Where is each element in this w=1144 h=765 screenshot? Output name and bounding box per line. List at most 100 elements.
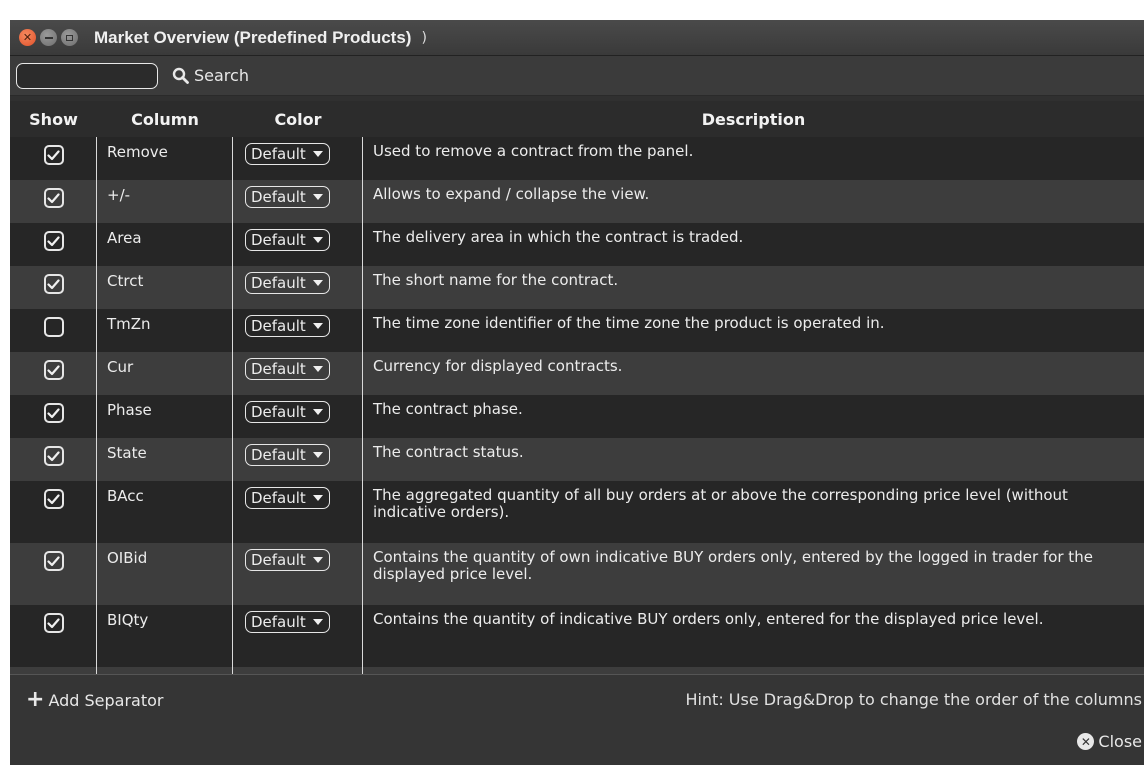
- show-checkbox[interactable]: [43, 551, 64, 571]
- column-name: +/-: [107, 186, 131, 204]
- column-description: The contract phase.: [373, 400, 523, 418]
- color-dropdown-value: Default: [251, 403, 306, 421]
- window-close-button[interactable]: ✕: [19, 29, 36, 46]
- color-dropdown-value: Default: [251, 188, 306, 206]
- maximize-icon: [66, 34, 73, 41]
- color-dropdown[interactable]: Default: [245, 358, 330, 380]
- show-checkbox[interactable]: [43, 446, 64, 466]
- color-cell: Default: [233, 438, 363, 466]
- show-checkbox[interactable]: [43, 360, 64, 380]
- color-dropdown-value: Default: [251, 613, 306, 631]
- color-cell: Default: [233, 395, 363, 423]
- column-description: Contains the quantity of indicative BUY …: [373, 610, 1044, 628]
- dialog-footer: + Add Separator Hint: Use Drag&Drop to c…: [10, 674, 1144, 765]
- table-row[interactable]: Area Default The delivery area in which th…: [10, 223, 1144, 266]
- color-cell: Default: [233, 543, 363, 571]
- color-dropdown-value: Default: [251, 274, 306, 292]
- show-checkbox[interactable]: [43, 231, 64, 251]
- color-dropdown[interactable]: Default: [245, 444, 330, 466]
- color-dropdown[interactable]: Default: [245, 186, 330, 208]
- column-name: BAcc: [107, 487, 144, 505]
- plus-icon: +: [26, 687, 45, 712]
- color-dropdown[interactable]: Default: [245, 549, 330, 571]
- table-row[interactable]: OIBid Default Contains the quantity of own…: [10, 543, 1144, 605]
- show-cell: [10, 266, 97, 294]
- column-description: Contains the quantity of own indicative …: [373, 548, 1093, 583]
- column-name: OIBid: [107, 549, 148, 567]
- show-cell: [10, 605, 97, 633]
- color-cell: Default: [233, 352, 363, 380]
- color-cell: Default: [233, 481, 363, 509]
- window-minimize-button[interactable]: [40, 29, 57, 46]
- add-separator-button[interactable]: + Add Separator: [26, 689, 163, 711]
- column-description: The short name for the contract.: [373, 271, 619, 289]
- chevron-down-icon: [312, 557, 323, 563]
- show-checkbox[interactable]: [43, 403, 64, 423]
- table-row[interactable]: BAcc Default The aggregated quantity of al…: [10, 481, 1144, 543]
- checkmark-icon: [47, 149, 60, 160]
- table-row[interactable]: Phase Default The contract phase.: [10, 395, 1144, 438]
- table-row[interactable]: +/- Default Allows to expand / collapse th…: [10, 180, 1144, 223]
- column-description: The delivery area in which the contract …: [373, 228, 744, 246]
- header-show: Show: [29, 109, 78, 129]
- search-bar: Search: [10, 56, 1144, 96]
- checkmark-icon: [47, 493, 60, 504]
- chevron-down-icon: [312, 280, 323, 286]
- title-bar: ✕ Market Overview (Predefined Products) …: [10, 20, 1144, 56]
- table-row[interactable]: Ctrct Default The short name for the contr…: [10, 266, 1144, 309]
- header-color: Color: [274, 109, 322, 129]
- color-dropdown[interactable]: Default: [245, 401, 330, 423]
- color-dropdown-value: Default: [251, 317, 306, 335]
- color-cell: Default: [233, 605, 363, 633]
- close-button[interactable]: ✕ Close: [1077, 732, 1142, 751]
- show-cell: [10, 223, 97, 251]
- column-description: The aggregated quantity of all buy order…: [373, 486, 1068, 521]
- show-checkbox[interactable]: [43, 317, 64, 337]
- show-cell: [10, 438, 97, 466]
- search-button-label: Search: [194, 66, 249, 85]
- window-title-tail: ): [421, 29, 427, 46]
- chevron-down-icon: [312, 366, 323, 372]
- color-dropdown[interactable]: Default: [245, 315, 330, 337]
- show-cell: [10, 352, 97, 380]
- checkmark-icon: [47, 617, 60, 628]
- color-dropdown[interactable]: Default: [245, 272, 330, 294]
- search-input[interactable]: [16, 62, 158, 89]
- checkmark-icon: [47, 192, 60, 203]
- color-cell: Default: [233, 309, 363, 337]
- minimize-icon: [44, 36, 53, 39]
- show-checkbox[interactable]: [43, 613, 64, 633]
- show-checkbox[interactable]: [43, 489, 64, 509]
- column-description: Used to remove a contract from the panel…: [373, 142, 694, 160]
- checkmark-icon: [47, 364, 60, 375]
- table-row[interactable]: TmZn Default The time zone identifier of t…: [10, 309, 1144, 352]
- search-button[interactable]: Search: [172, 66, 249, 85]
- window-title: Market Overview (Predefined Products): [94, 27, 412, 47]
- chevron-down-icon: [312, 323, 323, 329]
- table-row[interactable]: Remove Default Used to remove a contract f…: [10, 137, 1144, 180]
- color-cell: Default: [233, 266, 363, 294]
- show-checkbox[interactable]: [43, 145, 64, 165]
- window-maximize-button[interactable]: [61, 29, 78, 46]
- show-cell: [10, 395, 97, 423]
- column-description: Currency for displayed contracts.: [373, 357, 623, 375]
- show-checkbox[interactable]: [43, 274, 64, 294]
- table-body: Remove Default Used to remove a contract f…: [10, 137, 1144, 675]
- checkmark-icon: [47, 278, 60, 289]
- table-row[interactable]: BIQty Default Contains the quantity of ind…: [10, 605, 1144, 667]
- show-cell: [10, 180, 97, 208]
- column-name: Ctrct: [107, 272, 144, 290]
- column-divider: [96, 137, 97, 674]
- color-dropdown[interactable]: Default: [245, 143, 330, 165]
- table-row[interactable]: Cur Default Currency for displayed contrac…: [10, 352, 1144, 395]
- table-row[interactable]: State Default The contract status.: [10, 438, 1144, 481]
- color-dropdown[interactable]: Default: [245, 487, 330, 509]
- column-description: The contract status.: [373, 443, 524, 461]
- color-dropdown[interactable]: Default: [245, 611, 330, 633]
- checkmark-icon: [47, 555, 60, 566]
- color-dropdown-value: Default: [251, 551, 306, 569]
- color-cell: Default: [233, 223, 363, 251]
- color-dropdown[interactable]: Default: [245, 229, 330, 251]
- column-name: BIQty: [107, 611, 149, 629]
- show-checkbox[interactable]: [43, 188, 64, 208]
